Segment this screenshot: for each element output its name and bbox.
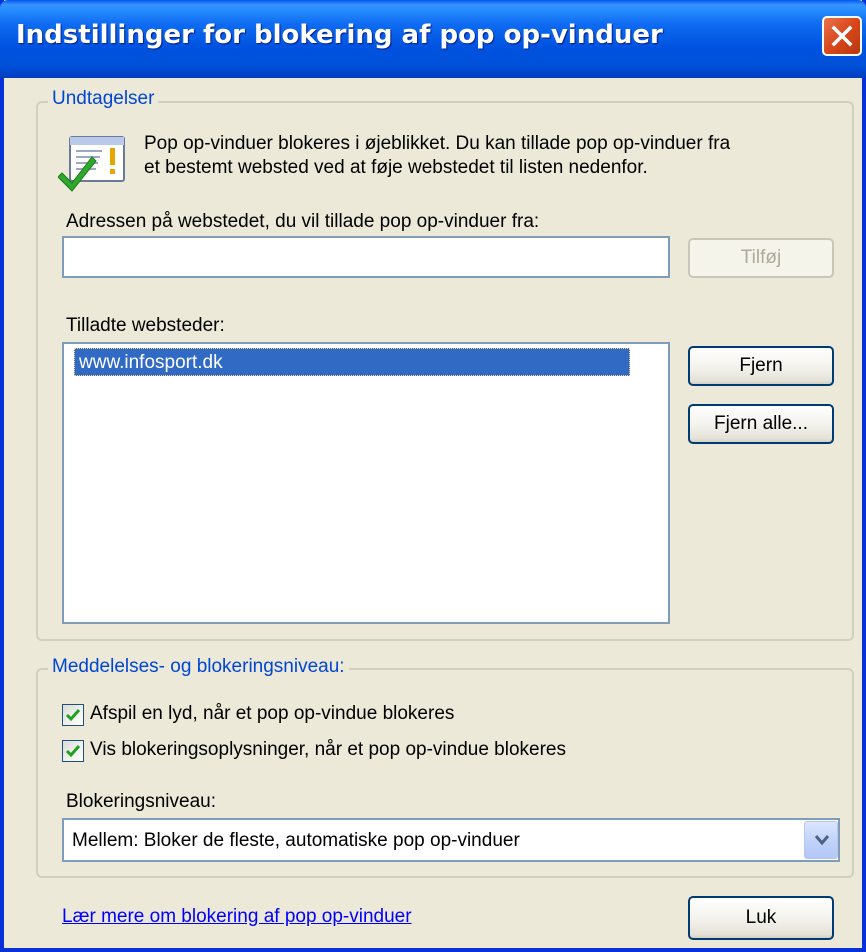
add-button[interactable]: Tilføj (688, 238, 834, 278)
popup-blocker-info-icon (57, 133, 130, 197)
notification-legend: Meddelelses- og blokeringsniveau: (48, 656, 349, 678)
blocking-level-label: Blokeringsniveau: (66, 791, 216, 812)
dropdown-button[interactable] (804, 821, 838, 859)
remove-all-button[interactable]: Fjern alle... (688, 404, 834, 444)
title-bar[interactable]: Indstillinger for blokering af pop op-vi… (0, 0, 866, 78)
close-icon (831, 25, 853, 47)
play-sound-checkbox[interactable] (62, 704, 84, 726)
popup-blocker-settings-dialog: Indstillinger for blokering af pop op-vi… (0, 0, 866, 952)
window-title: Indstillinger for blokering af pop op-vi… (16, 20, 663, 50)
remove-button-label: Fjern (739, 355, 783, 376)
chevron-down-icon (814, 835, 830, 846)
info-text-line2: et bestemt websted ved at føje webstedet… (144, 157, 648, 178)
learn-more-link[interactable]: Lær mere om blokering af pop op-vinduer (62, 906, 412, 928)
exceptions-legend: Undtagelser (48, 88, 159, 110)
blocking-level-value: Mellem: Bloker de fleste, automatiske po… (72, 830, 520, 851)
allowed-sites-label: Tilladte websteder: (66, 315, 225, 336)
address-input[interactable] (62, 236, 670, 278)
close-button[interactable]: Luk (688, 896, 834, 940)
add-button-label: Tilføj (740, 247, 782, 268)
address-label: Adressen på webstedet, du vil tillade po… (66, 211, 540, 232)
info-text-line1: Pop op-vinduer blokeres i øjeblikket. Du… (144, 133, 731, 154)
allowed-sites-list[interactable]: www.infosport.dk (62, 342, 670, 624)
allowed-site-item[interactable]: www.infosport.dk (74, 348, 630, 376)
checkmark-icon (65, 745, 81, 758)
close-button-label: Luk (745, 907, 777, 928)
remove-all-button-label: Fjern alle... (714, 413, 808, 434)
remove-button[interactable]: Fjern (688, 346, 834, 386)
close-window-button[interactable] (822, 16, 862, 56)
checkmark-icon (65, 709, 81, 722)
show-info-label[interactable]: Vis blokeringsoplysninger, når et pop op… (90, 738, 566, 762)
show-info-checkbox[interactable] (62, 740, 84, 762)
play-sound-label[interactable]: Afspil en lyd, når et pop op-vindue blok… (90, 702, 454, 726)
allowed-site-label: www.infosport.dk (79, 352, 223, 373)
blocking-level-select[interactable]: Mellem: Bloker de fleste, automatiske po… (62, 818, 840, 862)
